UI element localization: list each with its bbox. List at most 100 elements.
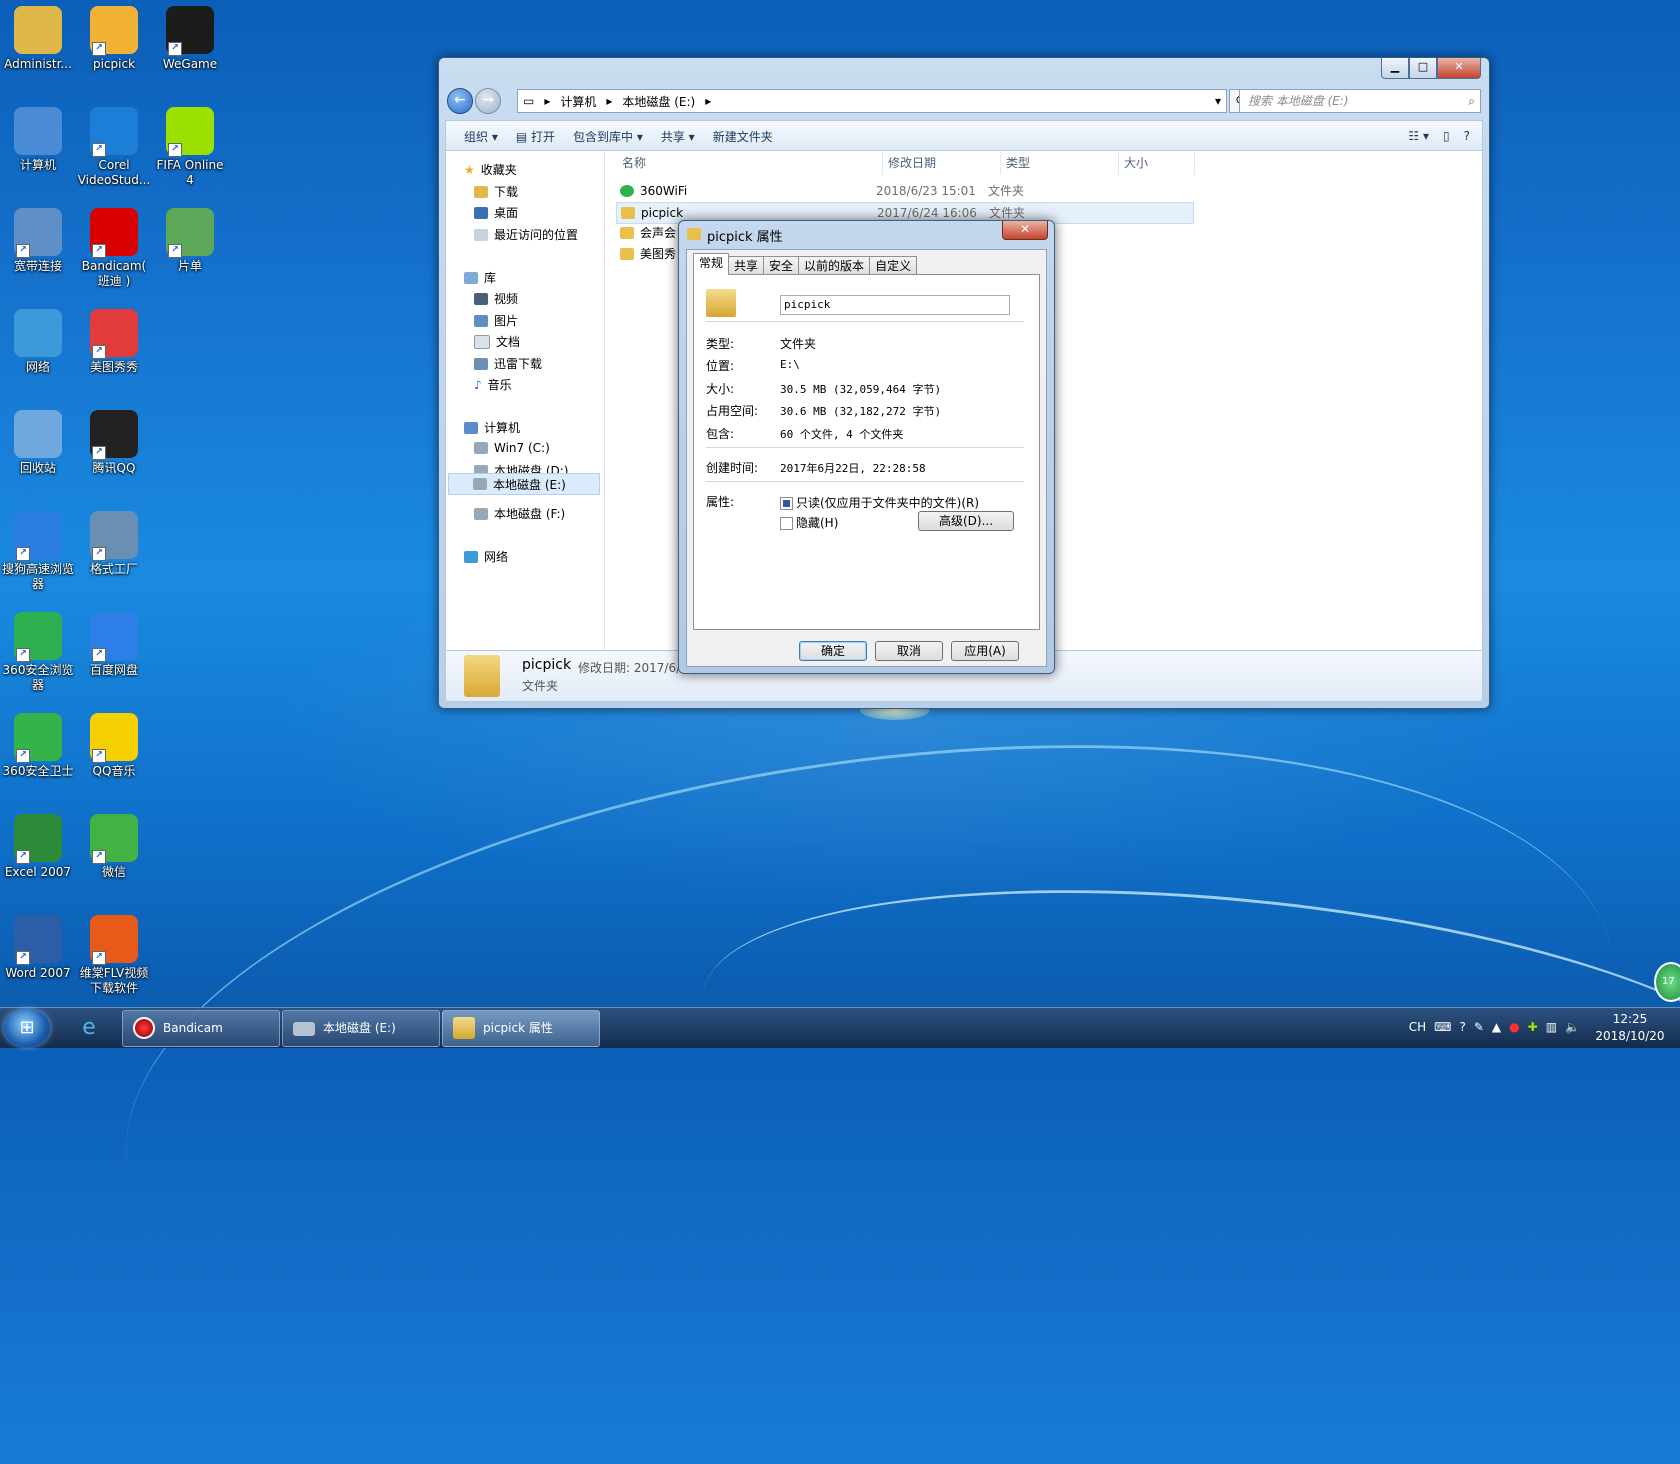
column-header-size[interactable]: 大小 <box>1118 151 1195 175</box>
security-shield-icon[interactable]: ✚ <box>1528 1020 1538 1034</box>
network-tray-icon[interactable]: ▥ <box>1546 1020 1557 1034</box>
desktop-icon[interactable]: ↗ QQ音乐 <box>76 713 152 779</box>
desktop-icon[interactable]: ↗ 360安全浏览器 <box>0 612 76 693</box>
tab-previous-versions[interactable]: 以前的版本 <box>798 256 871 275</box>
nav-recent[interactable]: 最近访问的位置 <box>474 226 578 243</box>
nav-thunder-downloads[interactable]: 迅雷下载 <box>474 355 542 372</box>
column-header-type[interactable]: 类型 <box>1000 151 1119 175</box>
forward-button[interactable]: → <box>475 88 501 114</box>
nav-network[interactable]: 网络 <box>464 548 508 565</box>
desktop-icon[interactable]: ↗ 片单 <box>152 208 228 274</box>
shortcut-arrow-icon: ↗ <box>92 345 106 359</box>
desktop-icon[interactable]: 网络 <box>0 309 76 375</box>
hidden-checkbox[interactable] <box>780 517 793 530</box>
share-button[interactable]: 共享 ▾ <box>661 128 695 145</box>
desktop-icon[interactable]: ↗ 微信 <box>76 814 152 880</box>
tab-general[interactable]: 常规 <box>693 253 730 275</box>
desktop-icon[interactable]: Administr... <box>0 6 76 72</box>
tab-customize[interactable]: 自定义 <box>869 256 918 275</box>
column-header-name[interactable]: 名称 <box>622 151 883 175</box>
preview-pane-icon[interactable]: ▯ <box>1443 129 1450 143</box>
back-button[interactable]: ← <box>447 88 473 114</box>
taskbar-item-bandicam[interactable]: Bandicam <box>122 1010 280 1047</box>
address-dropdown-icon[interactable]: ▾ <box>1215 94 1221 108</box>
dialog-close-button[interactable]: ✕ <box>1002 221 1048 240</box>
advanced-button[interactable]: 高级(D)... <box>918 511 1014 531</box>
desktop-icon[interactable]: ↗ 360安全卫士 <box>0 713 76 779</box>
pen-icon[interactable]: ✎ <box>1474 1020 1484 1034</box>
desktop-icon[interactable]: ↗ 百度网盘 <box>76 612 152 678</box>
desktop-icon[interactable]: 回收站 <box>0 410 76 476</box>
desktop-gadget-icon[interactable]: 17 <box>1654 962 1680 1002</box>
desktop-icon[interactable]: ↗ WeGame <box>152 6 228 72</box>
breadcrumb-drive-e[interactable]: 本地磁盘 (E:) <box>622 93 695 110</box>
close-button[interactable]: ✕ <box>1437 58 1481 79</box>
desktop-icon[interactable]: ↗ 美图秀秀 <box>76 309 152 375</box>
file-row-360wifi[interactable]: 360WiFi 2018/6/23 15:01 文件夹 <box>616 181 1192 201</box>
desktop-icon[interactable]: ↗ 维棠FLV视频下载软件 <box>76 915 152 996</box>
desktop-icon[interactable]: ↗ Bandicam( 班迪 ) <box>76 208 152 289</box>
folder-name-field[interactable]: picpick <box>780 295 1010 315</box>
show-hidden-icons[interactable]: ▲ <box>1492 1020 1501 1034</box>
volume-icon[interactable]: 🔈 <box>1565 1020 1580 1034</box>
view-options-icon[interactable]: ☷ ▾ <box>1408 129 1429 143</box>
breadcrumb-computer[interactable]: 计算机 <box>560 93 596 110</box>
desktop-icon[interactable]: ↗ 宽带连接 <box>0 208 76 274</box>
clock[interactable]: 12:25 2018/10/20 <box>1594 1011 1666 1045</box>
address-bar[interactable]: ▭ ▸ 计算机 ▸ 本地磁盘 (E:) ▸ ▾ <box>517 89 1227 113</box>
nav-drive-e[interactable]: 本地磁盘 (E:) <box>448 473 600 495</box>
nav-libraries[interactable]: 库 <box>464 269 496 286</box>
nav-downloads[interactable]: 下载 <box>474 183 518 200</box>
desktop-icon-label: 360安全卫士 <box>2 764 74 778</box>
desktop-icon[interactable]: ↗ 搜狗高速浏览器 <box>0 511 76 592</box>
desktop-icon[interactable]: 计算机 <box>0 107 76 173</box>
nav-favorites[interactable]: ★ 收藏夹 <box>464 161 517 178</box>
nav-videos[interactable]: 视频 <box>474 290 518 307</box>
desktop-icon[interactable]: ↗ Corel VideoStud... <box>76 107 152 188</box>
tab-sharing[interactable]: 共享 <box>728 256 765 275</box>
qq-music-icon: ↗ <box>90 713 138 763</box>
nav-desktop[interactable]: 桌面 <box>474 204 518 221</box>
internet-explorer-icon[interactable]: e <box>62 1011 116 1045</box>
readonly-checkbox[interactable] <box>780 497 793 510</box>
nav-pictures[interactable]: 图片 <box>474 312 518 329</box>
desktop-icon[interactable]: ↗ FIFA Online 4 <box>152 107 228 188</box>
tab-security[interactable]: 安全 <box>763 256 800 275</box>
apply-button[interactable]: 应用(A) <box>951 641 1019 661</box>
minimize-button[interactable]: ▁ <box>1381 58 1409 79</box>
open-button[interactable]: ▤ 打开 <box>516 128 555 145</box>
folder-icon <box>687 228 701 240</box>
keyboard-icon[interactable]: ⌨ <box>1434 1020 1451 1034</box>
nav-documents[interactable]: 文档 <box>474 333 520 350</box>
start-button[interactable]: ⊞ <box>4 1009 50 1047</box>
search-input[interactable]: 搜索 本地磁盘 (E:) ⌕ <box>1239 89 1481 113</box>
desktop-icon[interactable]: ↗ Excel 2007 <box>0 814 76 880</box>
new-folder-button[interactable]: 新建文件夹 <box>713 128 773 145</box>
hidden-label: 隐藏(H) <box>796 516 839 530</box>
language-indicator[interactable]: CH <box>1409 1020 1426 1034</box>
desktop-icon[interactable]: ↗ 腾讯QQ <box>76 410 152 476</box>
help-icon[interactable]: ? <box>1464 129 1470 143</box>
desktop-icon[interactable]: ↗ 格式工厂 <box>76 511 152 577</box>
nav-drive-c[interactable]: Win7 (C:) <box>474 441 550 455</box>
pictures-icon <box>474 314 488 327</box>
taskbar-item-properties[interactable]: picpick 属性 <box>442 1010 600 1047</box>
cancel-button[interactable]: 取消 <box>875 641 943 661</box>
nav-computer[interactable]: 计算机 <box>464 419 520 436</box>
folder-icon <box>620 248 634 260</box>
column-header-date[interactable]: 修改日期 <box>882 151 1001 175</box>
ok-button[interactable]: 确定 <box>799 641 867 661</box>
desktop-icon[interactable]: ↗ Word 2007 <box>0 915 76 981</box>
nav-drive-f[interactable]: 本地磁盘 (F:) <box>474 505 565 522</box>
maximize-button[interactable]: □ <box>1409 58 1437 79</box>
properties-dialog[interactable]: picpick 属性 ✕ 常规 共享 安全 以前的版本 自定义 picpick … <box>678 220 1055 674</box>
nav-videos-label: 视频 <box>494 292 519 306</box>
help-icon[interactable]: ? <box>1459 1020 1465 1034</box>
desktop-icon[interactable]: ↗ picpick <box>76 6 152 72</box>
record-icon[interactable]: ● <box>1509 1020 1519 1034</box>
broadband-connection-icon: ↗ <box>14 208 62 258</box>
taskbar-item-explorer[interactable]: 本地磁盘 (E:) <box>282 1010 440 1047</box>
include-in-library-button[interactable]: 包含到库中 ▾ <box>573 128 643 145</box>
organize-button[interactable]: 组织 ▾ <box>464 128 498 145</box>
nav-music[interactable]: ♪ 音乐 <box>474 376 512 393</box>
